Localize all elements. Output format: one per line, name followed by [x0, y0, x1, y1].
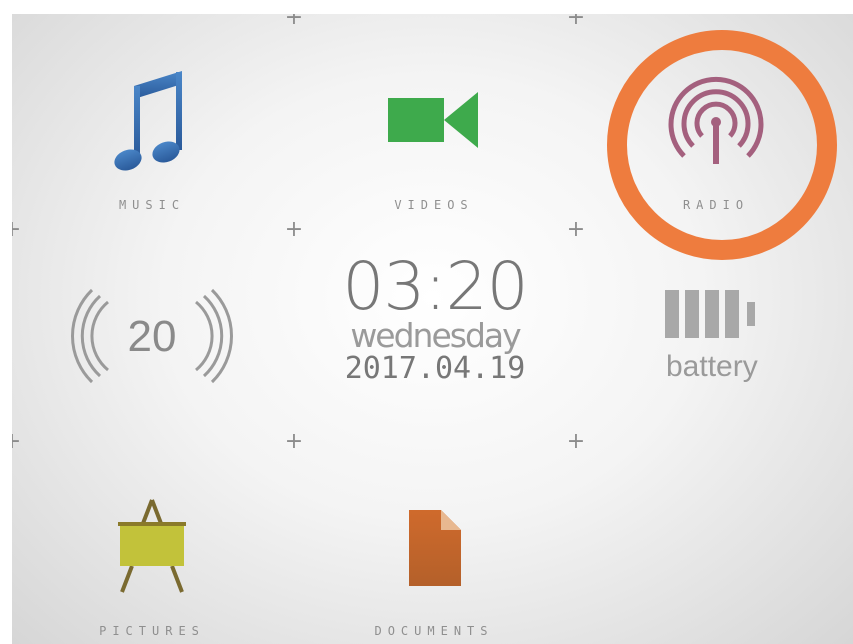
video-camera-icon — [384, 88, 484, 156]
signal-value: 20 — [128, 312, 177, 361]
music-note-icon — [112, 66, 192, 180]
document-icon — [401, 508, 467, 592]
documents-label: DOCUMENTS — [374, 624, 494, 638]
documents-tile[interactable]: DOCUMENTS — [294, 438, 574, 644]
clock-day: wednesday — [350, 316, 521, 355]
signal-tile: 20 — [12, 226, 292, 436]
battery-label: battery — [666, 350, 758, 383]
music-tile[interactable]: MUSIC — [12, 14, 292, 224]
easel-icon — [112, 496, 192, 600]
battery-icon — [661, 284, 771, 348]
videos-label: VIDEOS — [394, 198, 474, 212]
pictures-label: PICTURES — [99, 624, 205, 638]
clock-widget: 03:20 wednesday 2017.04.19 — [294, 254, 576, 386]
home-screen: + + + + + + + + MUSIC — [12, 14, 853, 644]
videos-tile[interactable]: VIDEOS — [294, 14, 574, 224]
selection-highlight-ring — [607, 30, 837, 260]
clock-date: 2017.04.19 — [344, 351, 526, 386]
music-label: MUSIC — [118, 198, 186, 212]
clock-time: 03:20 — [342, 248, 528, 325]
signal-icon: 20 — [62, 286, 242, 390]
pictures-tile[interactable]: PICTURES — [12, 438, 292, 644]
